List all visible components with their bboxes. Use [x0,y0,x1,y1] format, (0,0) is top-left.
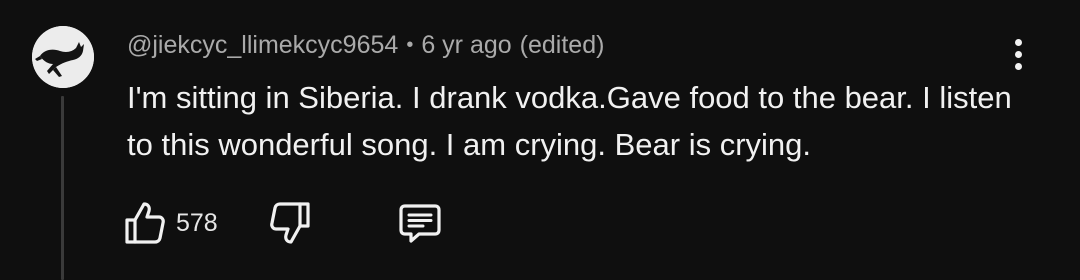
comment-text: I'm sitting in Siberia. I drank vodka.Ga… [127,80,1012,162]
more-options-button[interactable] [1001,34,1035,74]
thread-line [61,96,64,280]
meta-separator: • [406,33,414,56]
dislike-button[interactable] [269,200,397,246]
like-count: 578 [176,208,218,237]
like-button[interactable]: 578 [124,200,269,246]
reply-button[interactable] [397,200,443,246]
avatar-cat-icon [32,26,94,88]
avatar[interactable] [32,26,94,88]
comment-actions: 578 [124,198,443,248]
comment-meta: @jiekcyc_llimekcyc9654 • 6 yr ago (edite… [127,28,604,62]
author-name[interactable]: @jiekcyc_llimekcyc9654 [127,31,398,60]
timestamp[interactable]: 6 yr ago [421,31,511,60]
more-vert-icon-dot [1014,62,1022,70]
thumbs-up-icon [125,202,165,244]
edited-label: (edited) [519,30,605,59]
thumbs-down-icon [270,202,310,244]
more-vert-icon-dot [1014,50,1022,58]
more-vert-icon [1014,38,1022,46]
comment-reply-icon [399,204,441,243]
